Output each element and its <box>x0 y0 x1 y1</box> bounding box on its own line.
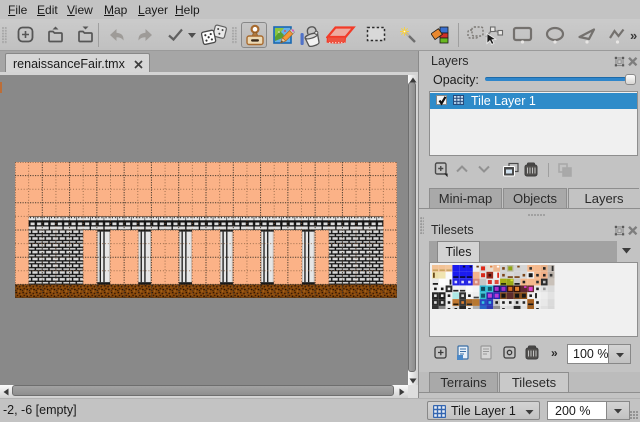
svg-text:»: » <box>551 346 558 360</box>
